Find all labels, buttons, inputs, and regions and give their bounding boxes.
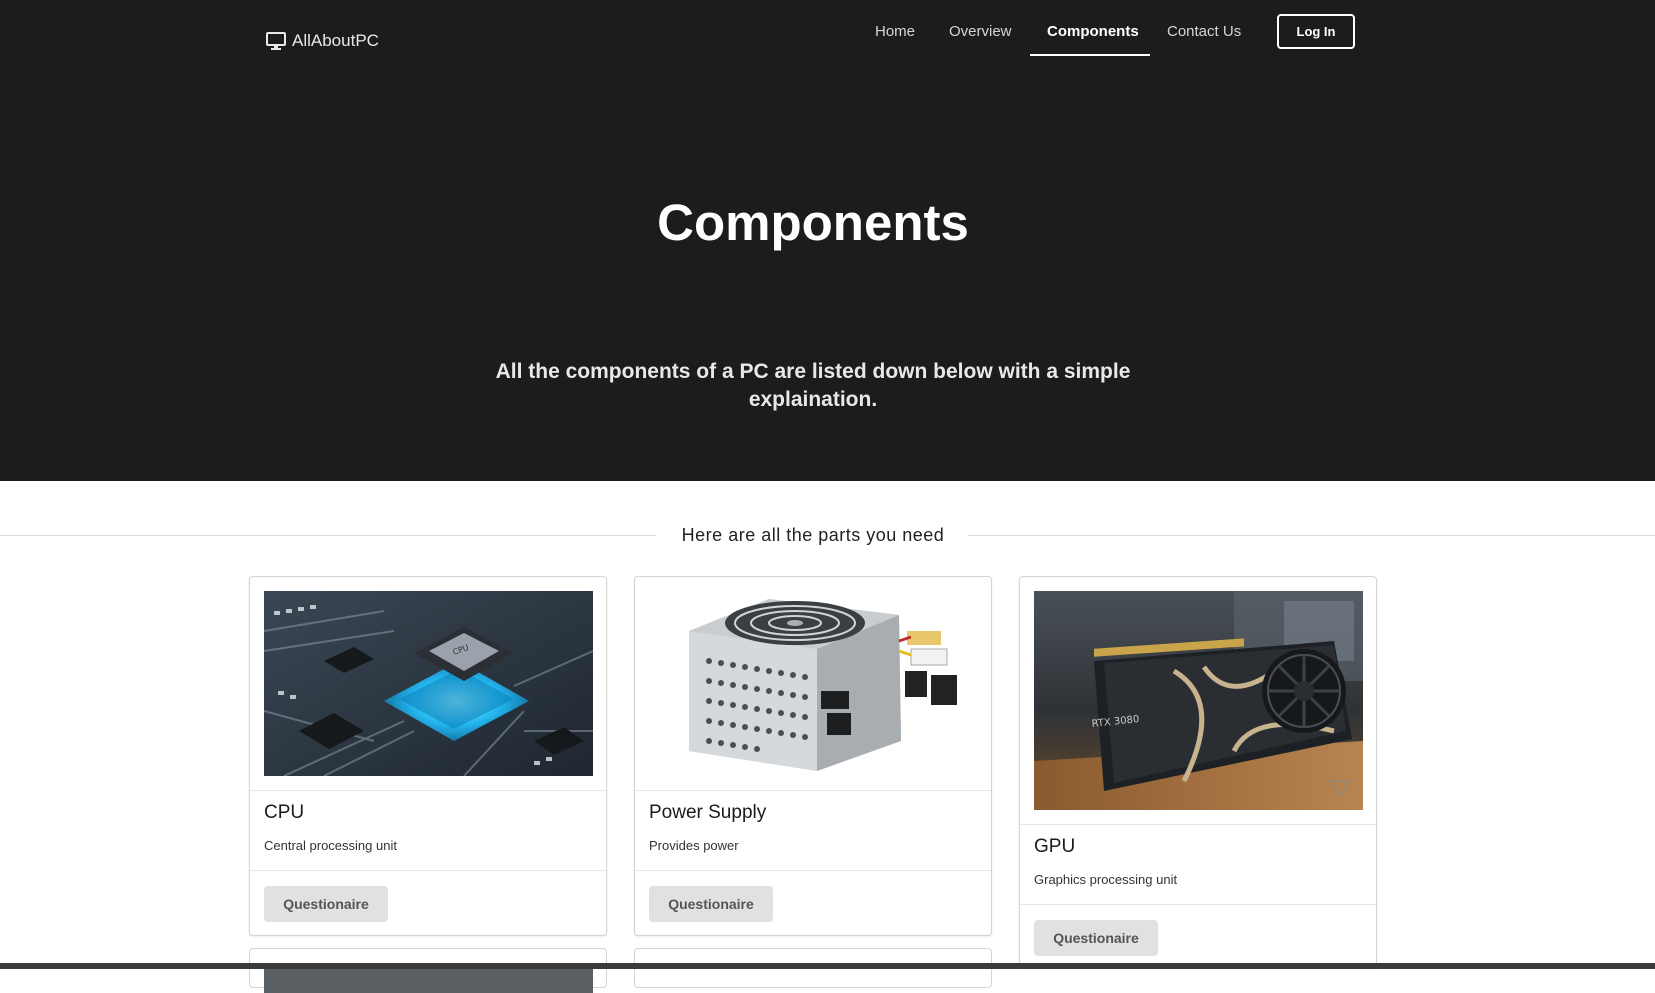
power-supply-image bbox=[649, 591, 978, 776]
card-separator bbox=[635, 790, 991, 791]
page-title: Components bbox=[657, 194, 969, 251]
questionaire-button-gpu[interactable]: Questionaire bbox=[1034, 920, 1158, 956]
nav-contact-us[interactable]: Contact Us bbox=[1167, 22, 1241, 42]
cpu-image: CPU bbox=[264, 591, 593, 776]
section-heading: Here are all the parts you need bbox=[681, 525, 945, 545]
card-separator bbox=[1020, 824, 1376, 825]
card-description: Graphics processing unit bbox=[1034, 872, 1178, 887]
questionaire-button-power-supply[interactable]: Questionaire bbox=[649, 886, 773, 922]
gpu-image: RTX 3080 bbox=[1034, 591, 1363, 810]
card-separator bbox=[635, 870, 991, 871]
horizontal-scrollbar[interactable] bbox=[0, 963, 1655, 969]
hero-section: AllAboutPC Home Overview Components Cont… bbox=[0, 0, 1655, 481]
card-description: Provides power bbox=[649, 838, 739, 853]
component-card-power-supply: Power Supply Provides power Questionaire bbox=[634, 576, 992, 936]
login-button[interactable]: Log In bbox=[1277, 14, 1355, 49]
component-card-cpu: CPU CPU Central processing unit Question… bbox=[249, 576, 607, 936]
nav-overview[interactable]: Overview bbox=[949, 22, 1012, 42]
card-title[interactable]: GPU bbox=[1034, 835, 1075, 859]
component-card-gpu: RTX 3080 GPU Graphics processing unit Qu… bbox=[1019, 576, 1377, 968]
page-subtitle: All the components of a PC are listed do… bbox=[495, 360, 1131, 411]
active-nav-indicator bbox=[1030, 54, 1150, 56]
card-separator bbox=[1020, 904, 1376, 905]
card-title[interactable]: Power Supply bbox=[649, 801, 766, 825]
card-separator bbox=[250, 790, 606, 791]
nav-components[interactable]: Components bbox=[1047, 22, 1139, 42]
card-separator bbox=[250, 870, 606, 871]
nav-home[interactable]: Home bbox=[875, 22, 915, 42]
card-title[interactable]: CPU bbox=[264, 801, 304, 825]
questionaire-button-cpu[interactable]: Questionaire bbox=[264, 886, 388, 922]
card-description: Central processing unit bbox=[264, 838, 397, 853]
top-nav: Home Overview Components Contact Us Log … bbox=[0, 0, 1655, 60]
